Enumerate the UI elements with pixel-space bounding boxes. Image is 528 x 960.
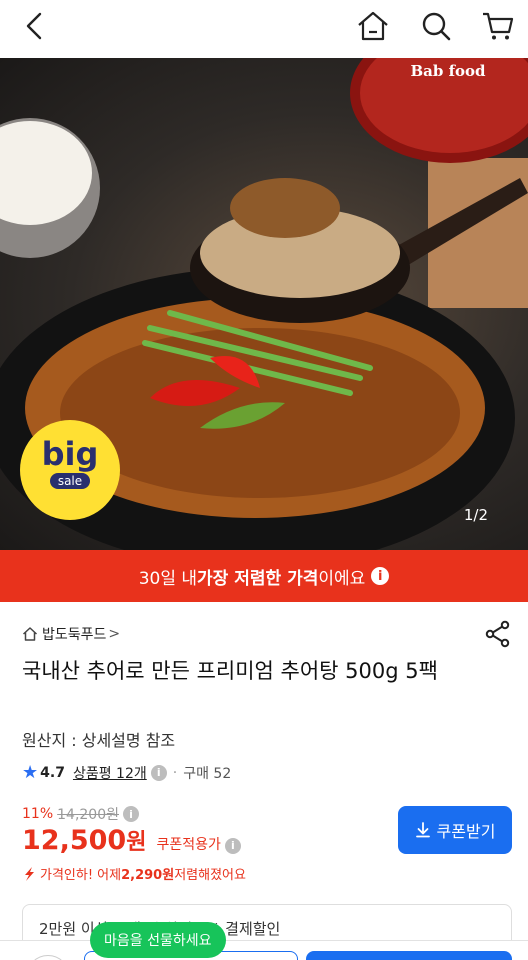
coupon-download-button[interactable]: 쿠폰받기 bbox=[398, 806, 512, 854]
chevron-left-icon bbox=[26, 12, 42, 40]
star-icon: ★ bbox=[22, 762, 39, 783]
image-counter: 1/2 bbox=[463, 506, 488, 524]
rating-row: ★ 4.7 상품평 12개 i · 구매 52 bbox=[22, 762, 231, 783]
info-icon[interactable]: i bbox=[150, 764, 167, 781]
promo-highlight: 가장 저렴한 가격 bbox=[197, 568, 319, 589]
gift-tooltip[interactable]: 마음을 선물하세요 bbox=[90, 922, 226, 958]
promo-suffix: 이에요 bbox=[318, 568, 366, 589]
lowest-price-banner: 30일 내 가장 저렴한 가격 이에요 i bbox=[0, 550, 528, 602]
bottom-action-bar bbox=[0, 940, 528, 960]
badge-bottom-text: sale bbox=[49, 473, 91, 489]
big-sale-badge: big sale bbox=[20, 420, 120, 520]
store-link[interactable]: 밥도둑푸드 > bbox=[22, 624, 120, 644]
promo-prefix: 30일 내 bbox=[138, 568, 198, 589]
original-price: 14,200원 bbox=[57, 807, 119, 823]
rating-score: 4.7 bbox=[40, 764, 65, 781]
cart-icon bbox=[483, 12, 514, 40]
info-icon[interactable]: i bbox=[224, 837, 241, 854]
share-button[interactable] bbox=[484, 620, 512, 648]
purchase-count: 구매 52 bbox=[183, 765, 232, 782]
arrow-down-icon bbox=[25, 866, 34, 881]
drop-prefix: 가격인하! 어제 bbox=[40, 868, 122, 883]
coupon-price-label: 쿠폰적용가 bbox=[156, 837, 221, 853]
currency-label: 원 bbox=[126, 830, 147, 855]
share-icon bbox=[485, 620, 510, 648]
drop-amount: 2,290원 bbox=[121, 868, 175, 883]
chevron-right-icon: > bbox=[108, 626, 121, 642]
product-title: 국내산 추어로 만든 프리미엄 추어탕 500g 5팩 bbox=[22, 659, 438, 683]
badge-top-text: big bbox=[41, 435, 99, 473]
home-icon bbox=[358, 11, 388, 41]
search-button[interactable] bbox=[418, 8, 454, 44]
separator-dot: · bbox=[172, 764, 178, 781]
product-image-carousel[interactable]: Bab food big sale 1/2 bbox=[0, 58, 528, 550]
coupon-button-label: 쿠폰받기 bbox=[436, 824, 496, 841]
buy-button[interactable] bbox=[306, 951, 512, 960]
discount-percent: 11% bbox=[22, 806, 54, 822]
original-price-row: 11% 14,200원 i bbox=[22, 804, 139, 824]
download-icon bbox=[415, 822, 430, 838]
cart-button[interactable] bbox=[480, 8, 516, 44]
brand-logo: Bab food bbox=[410, 62, 486, 80]
drop-suffix: 저렴해졌어요 bbox=[174, 868, 246, 883]
info-icon[interactable]: i bbox=[123, 806, 139, 822]
info-icon[interactable]: i bbox=[371, 567, 390, 585]
origin-info: 원산지 : 상세설명 참조 bbox=[22, 731, 176, 750]
reviews-link[interactable]: 상품평 12개 bbox=[73, 763, 147, 783]
back-button[interactable] bbox=[18, 10, 50, 42]
home-icon bbox=[22, 627, 38, 641]
top-nav bbox=[0, 0, 528, 56]
sale-price-row: 12,500 원 쿠폰적용가 i bbox=[22, 824, 241, 856]
store-name: 밥도둑푸드 bbox=[42, 627, 107, 643]
wishlist-button[interactable] bbox=[26, 955, 70, 960]
price-drop-notice: 가격인하! 어제 2,290원 저렴해졌어요 bbox=[22, 864, 246, 883]
home-button[interactable] bbox=[355, 8, 391, 44]
search-icon bbox=[422, 12, 451, 41]
sale-price: 12,500 bbox=[22, 825, 127, 856]
